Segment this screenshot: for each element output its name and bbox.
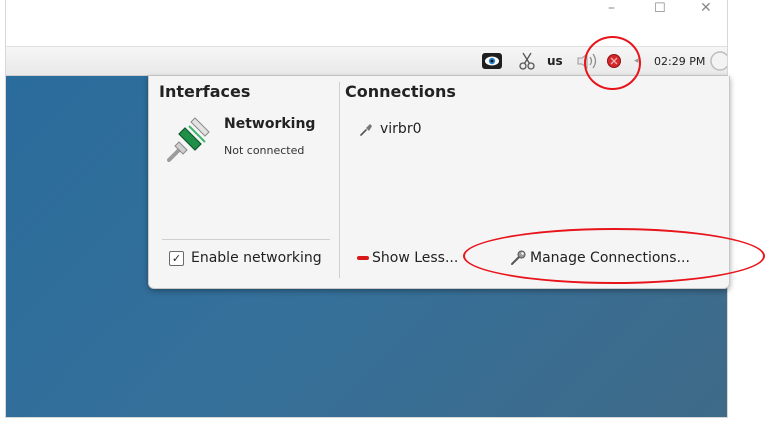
clock-icon[interactable] [708, 47, 727, 75]
connection-item-virbr0[interactable]: virbr0 [360, 121, 421, 137]
show-less-label: Show Less... [372, 250, 459, 266]
expand-arrow-icon[interactable]: ◂ [634, 47, 639, 75]
maximize-button[interactable]: ☐ [654, 1, 666, 17]
enable-networking-checkbox[interactable]: ✓ Enable networking [169, 250, 322, 266]
checkbox-checked[interactable]: ✓ [169, 250, 184, 266]
minus-icon [357, 256, 369, 260]
network-status-icon[interactable] [606, 47, 622, 75]
interface-name: Networking [224, 116, 316, 132]
panel-taskbar: us ◂ 02:29 PM [6, 46, 727, 76]
interface-status: Not connected [224, 144, 305, 157]
minimize-button[interactable]: – [608, 0, 615, 16]
interfaces-header: Interfaces [159, 82, 251, 101]
column-divider [339, 82, 340, 278]
scissors-icon[interactable] [518, 47, 536, 75]
connection-label: virbr0 [380, 121, 422, 137]
close-button[interactable]: ✕ [700, 0, 712, 16]
eye-icon[interactable] [481, 47, 503, 75]
show-less-button[interactable]: Show Less... [357, 250, 458, 266]
clock-label[interactable]: 02:29 PM [654, 47, 705, 75]
window-titlebar: – ☐ ✕ [6, 0, 727, 46]
network-popup: Interfaces Connections Networking Not co… [148, 76, 730, 289]
keyboard-layout-indicator[interactable]: us [547, 47, 563, 75]
interfaces-divider [162, 239, 330, 240]
connections-header: Connections [345, 82, 456, 101]
connection-plug-icon [360, 124, 372, 136]
wrench-icon [511, 250, 526, 265]
manage-connections-label: Manage Connections... [530, 250, 690, 266]
network-plug-icon [165, 114, 215, 168]
enable-networking-label: Enable networking [191, 250, 322, 266]
speaker-icon[interactable] [576, 47, 600, 75]
manage-connections-button[interactable]: Manage Connections... [510, 250, 690, 266]
